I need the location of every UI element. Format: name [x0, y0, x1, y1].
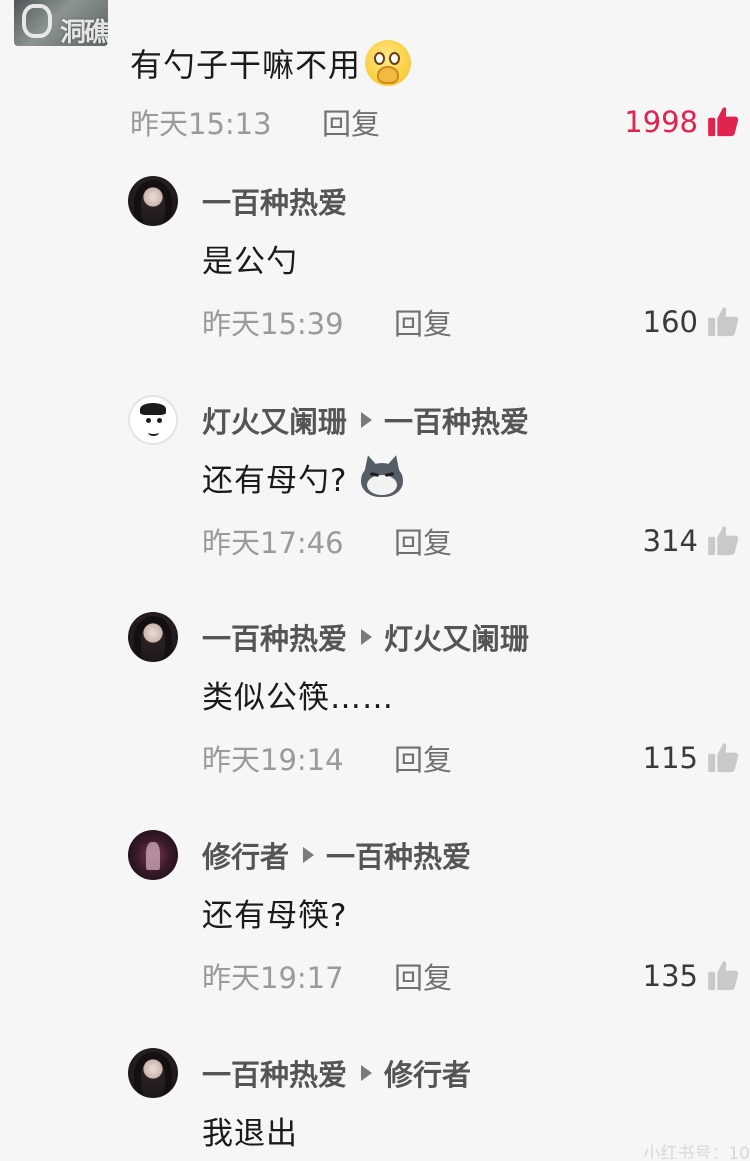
like-count: 135	[642, 959, 698, 993]
comment-time: 昨天15:39	[202, 307, 344, 341]
top-comment-text: 有勺子干嘛不用	[130, 40, 412, 86]
like-count: 160	[642, 305, 698, 339]
reply-arrow-icon	[361, 1065, 373, 1081]
like-count: 314	[642, 524, 698, 558]
reply-item: 修行者 一百种热爱 还有母筷? 昨天19:17 回复 135	[0, 830, 750, 1048]
reply-to-name[interactable]: 一百种热爱	[326, 834, 471, 876]
reply-item: 灯火又阑珊 一百种热爱 还有母勺? 昨天17:46 回复 314	[0, 395, 750, 613]
avatar[interactable]	[128, 1048, 178, 1098]
thumbs-up-icon	[708, 743, 739, 773]
reply-button[interactable]: 回复	[394, 955, 452, 997]
reply-meta: 昨天15:39 回复 160	[202, 300, 750, 344]
reply-meta: 昨天17:46 回复 314	[202, 519, 750, 563]
author-name[interactable]: 一百种热爱	[202, 616, 347, 658]
like-button[interactable]: 115	[643, 736, 740, 780]
comment-time: 昨天17:46	[202, 526, 344, 560]
author-name[interactable]: 一百种热爱	[202, 1052, 347, 1094]
like-button[interactable]: 314	[643, 519, 740, 563]
reply-header: 灯火又阑珊 一百种热爱	[202, 399, 529, 441]
avatar[interactable]	[128, 395, 178, 445]
top-comment: 洞礁 有勺子干嘛不用 昨天15:13 回复 1998	[0, 0, 750, 160]
top-comment-meta: 昨天15:13 回复 1998	[130, 100, 750, 144]
reply-to-name[interactable]: 修行者	[384, 1052, 471, 1094]
watermark-logo: 洞礁	[60, 18, 108, 46]
reply-text-content: 还有母筷?	[202, 897, 348, 934]
reply-text-content: 类似公筷……	[202, 679, 394, 716]
reply-arrow-icon	[361, 412, 373, 428]
avatar[interactable]	[128, 830, 178, 880]
reply-text: 还有母筷?	[202, 888, 347, 936]
bottom-watermark: 小红书号：10	[643, 1144, 750, 1159]
like-button[interactable]: 160	[643, 300, 740, 344]
reply-meta: 昨天19:14 回复 115	[202, 736, 750, 780]
like-count: 115	[642, 741, 698, 775]
top-comment-text-content: 有勺子干嘛不用	[130, 46, 362, 84]
reply-button[interactable]: 回复	[394, 301, 452, 343]
reply-text: 是公勺	[202, 234, 298, 282]
thumbs-up-filled-icon	[708, 107, 739, 137]
thumbs-up-icon	[708, 961, 739, 991]
comment-time: 昨天19:14	[202, 743, 344, 777]
reply-text: 类似公筷……	[202, 670, 394, 718]
reply-header: 一百种热爱 修行者	[202, 1052, 471, 1094]
author-name[interactable]: 灯火又阑珊	[202, 399, 347, 441]
avatar[interactable]	[128, 176, 178, 226]
top-comment-author[interactable]	[130, 0, 260, 8]
reply-to-name[interactable]: 一百种热爱	[384, 399, 529, 441]
top-comment-avatar[interactable]: 洞礁	[14, 0, 108, 46]
author-name[interactable]: 一百种热爱	[202, 180, 347, 222]
like-button[interactable]: 1998	[624, 100, 740, 144]
reply-to-name[interactable]: 灯火又阑珊	[384, 616, 529, 658]
comment-time: 昨天15:13	[130, 107, 272, 141]
reply-text: 我退出	[202, 1106, 298, 1154]
reply-text-content: 我退出	[202, 1115, 298, 1152]
reply-arrow-icon	[361, 629, 373, 645]
thumbs-up-icon	[708, 526, 739, 556]
thumbs-up-icon	[708, 307, 739, 337]
author-name[interactable]: 修行者	[202, 834, 289, 876]
reply-header: 一百种热爱 灯火又阑珊	[202, 616, 529, 658]
reply-button[interactable]: 回复	[322, 101, 380, 143]
reply-text: 还有母勺?	[202, 453, 405, 501]
pleading-hands-emoji-icon	[365, 40, 412, 86]
reply-arrow-icon	[303, 847, 315, 863]
avatar-ring-shape	[22, 4, 52, 38]
reply-item: 一百种热爱 是公勺 昨天15:39 回复 160	[0, 176, 750, 394]
reply-button[interactable]: 回复	[394, 520, 452, 562]
reply-meta: 昨天19:17 回复 135	[202, 954, 750, 998]
reply-button[interactable]: 回复	[394, 737, 452, 779]
comment-time: 昨天19:17	[202, 961, 344, 995]
like-button[interactable]: 135	[643, 954, 740, 998]
reply-item: 一百种热爱 灯火又阑珊 类似公筷…… 昨天19:14 回复 115	[0, 612, 750, 830]
reply-header: 一百种热爱	[202, 180, 347, 222]
husky-cat-emoji-icon	[359, 453, 405, 499]
reply-header: 修行者 一百种热爱	[202, 834, 471, 876]
reply-text-content: 还有母勺?	[202, 462, 348, 499]
like-count: 1998	[624, 105, 698, 139]
avatar[interactable]	[128, 612, 178, 662]
reply-text-content: 是公勺	[202, 243, 298, 280]
